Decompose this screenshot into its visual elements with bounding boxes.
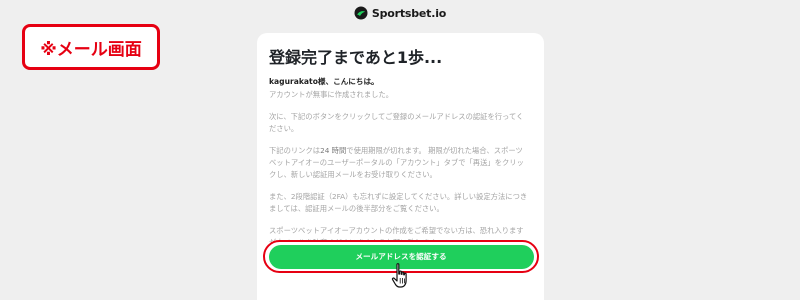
hand-pointer-icon bbox=[391, 263, 407, 288]
email-card: 登録完了まであと1歩... kagurakato様、こんにちは。 アカウントが無… bbox=[257, 33, 544, 300]
email-paragraph-instruction: 次に、下記のボタンをクリックしてご登録のメールアドレスの認証を行ってください。 bbox=[269, 112, 524, 133]
mail-screen-note-badge: ※メール画面 bbox=[22, 24, 160, 70]
email-title: 登録完了まであと1歩... bbox=[269, 48, 443, 67]
email-greeting: kagurakato様、こんにちは。 bbox=[269, 77, 379, 86]
expiry-hours: 24 時間 bbox=[320, 146, 347, 155]
sportsbet-logo-icon bbox=[354, 6, 368, 20]
expiry-text-pre: 下記のリンクは bbox=[269, 146, 321, 155]
email-paragraph-2fa: また、2段階認証（2FA）も忘れずに設定してください。詳しい設定方法につきまして… bbox=[269, 192, 528, 213]
note-badge-label: ※メール画面 bbox=[40, 39, 142, 60]
brand-header: Sportsbet.io bbox=[0, 6, 800, 20]
email-paragraph-created: アカウントが無事に作成されました。 bbox=[269, 90, 394, 99]
verify-email-button-label: メールアドレスを認証する bbox=[355, 252, 447, 261]
email-paragraph-expiry: 下記のリンクは24 時間で使用期限が切れます。 期限が切れた場合、スポーツベット… bbox=[269, 145, 530, 181]
brand-name: Sportsbet.io bbox=[371, 6, 447, 20]
